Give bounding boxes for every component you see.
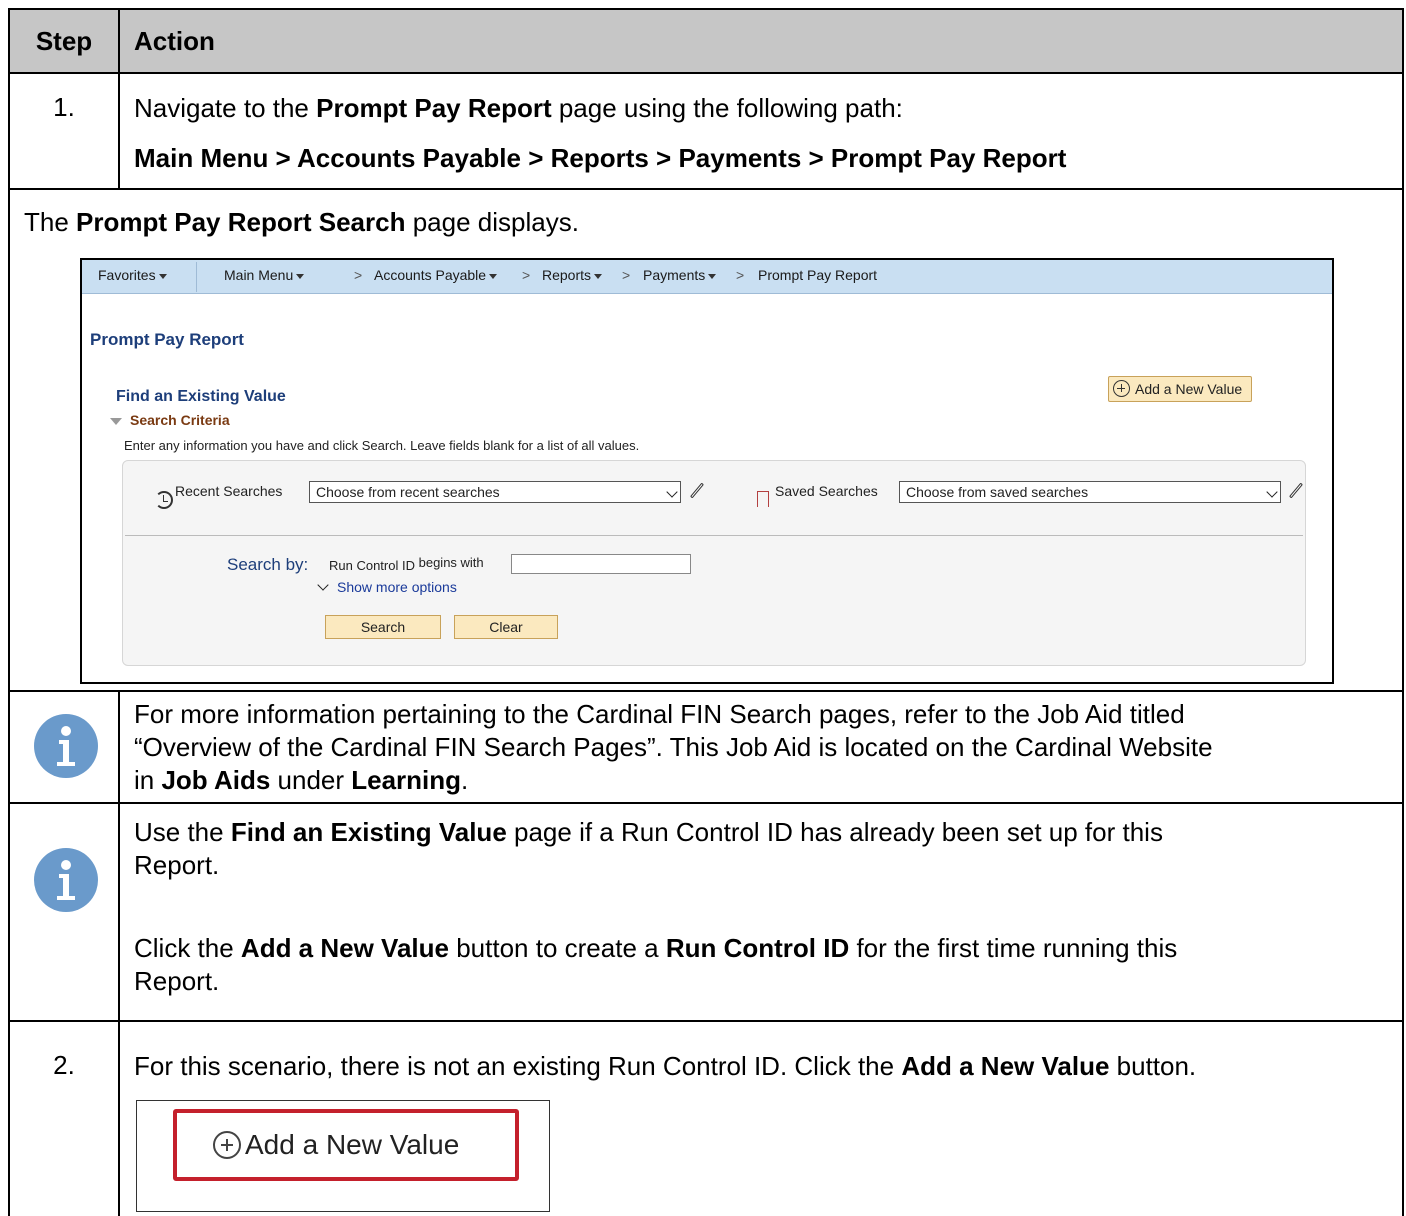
nav-bar: Favorites Main Menu > Accounts Payable >… bbox=[82, 260, 1332, 294]
breadcrumb-separator: > bbox=[354, 267, 363, 283]
header-action: Action bbox=[134, 26, 215, 56]
triangle-down-icon bbox=[110, 417, 122, 425]
pencil-icon[interactable] bbox=[690, 482, 704, 499]
chevron-down-icon bbox=[666, 486, 678, 498]
caret-down-icon bbox=[296, 273, 305, 279]
header-step: Step bbox=[35, 26, 93, 56]
clear-button[interactable]: Clear bbox=[454, 615, 558, 639]
favorites-menu[interactable]: Favorites bbox=[98, 260, 167, 292]
instruction-table: Step Action 1. Navigate to the Prompt Pa… bbox=[8, 8, 1404, 1216]
chevron-down-icon bbox=[317, 579, 329, 591]
chevron-down-icon bbox=[1266, 486, 1278, 498]
search-box: Recent Searches Choose from recent searc… bbox=[122, 460, 1306, 666]
caret-down-icon bbox=[708, 273, 717, 279]
bookmark-icon bbox=[757, 491, 769, 512]
main-menu[interactable]: Main Menu bbox=[224, 260, 305, 292]
search-criteria-toggle[interactable]: Search Criteria bbox=[110, 412, 230, 428]
pencil-icon[interactable] bbox=[1289, 482, 1303, 499]
caret-down-icon bbox=[594, 273, 603, 279]
step-2-row: 2. For this scenario, there is not an ex… bbox=[10, 1022, 1402, 1216]
search-instructions: Enter any information you have and click… bbox=[124, 438, 640, 453]
plus-circle-icon bbox=[1113, 380, 1130, 397]
breadcrumb-accounts-payable[interactable]: Accounts Payable bbox=[374, 260, 498, 292]
note-1-text: For more information pertaining to the C… bbox=[134, 699, 1213, 795]
breadcrumb-prompt-pay[interactable]: Prompt Pay Report bbox=[758, 260, 877, 292]
add-new-value-zoom: Add a New Value bbox=[136, 1100, 550, 1212]
breadcrumb-separator: > bbox=[622, 267, 631, 283]
info-note-2: Use the Find an Existing Value page if a… bbox=[10, 804, 1402, 1022]
note-2-para-2: Click the Add a New Value button to crea… bbox=[134, 933, 1178, 996]
breadcrumb-separator: > bbox=[736, 267, 745, 283]
find-existing-title: Find an Existing Value bbox=[116, 388, 286, 405]
saved-searches-label: Saved Searches bbox=[775, 483, 878, 499]
display-text: The Prompt Pay Report Search page displa… bbox=[24, 207, 579, 237]
note-2-para-1: Use the Find an Existing Value page if a… bbox=[134, 817, 1163, 880]
run-control-id-input[interactable] bbox=[511, 554, 691, 574]
run-control-id-label: Run Control ID begins with bbox=[329, 555, 484, 573]
search-by-label: Search by: bbox=[227, 555, 309, 574]
saved-searches-select[interactable]: Choose from saved searches bbox=[899, 481, 1281, 503]
caret-down-icon bbox=[489, 273, 498, 279]
step-1-text: Navigate to the Prompt Pay Report page u… bbox=[134, 93, 903, 123]
prompt-pay-search-screenshot: Favorites Main Menu > Accounts Payable >… bbox=[80, 258, 1334, 684]
show-more-options-link[interactable]: Show more options bbox=[317, 579, 457, 595]
add-new-value-button[interactable]: Add a New Value bbox=[173, 1109, 519, 1181]
page-title: Prompt Pay Report bbox=[90, 330, 244, 349]
caret-down-icon bbox=[158, 273, 167, 279]
step-1-row: 1. Navigate to the Prompt Pay Report pag… bbox=[10, 74, 1402, 190]
recent-searches-label: Recent Searches bbox=[175, 483, 283, 499]
step-number: 2. bbox=[53, 1050, 75, 1080]
navigation-path: Main Menu > Accounts Payable > Reports >… bbox=[134, 143, 1067, 173]
screenshot-row: The Prompt Pay Report Search page displa… bbox=[10, 190, 1402, 692]
info-icon bbox=[34, 848, 98, 912]
breadcrumb-reports[interactable]: Reports bbox=[542, 260, 603, 292]
step-number: 1. bbox=[53, 92, 75, 122]
plus-circle-icon bbox=[213, 1131, 241, 1159]
search-button[interactable]: Search bbox=[325, 615, 441, 639]
step-2-text: For this scenario, there is not an exist… bbox=[134, 1051, 1197, 1081]
add-new-value-link[interactable]: Add a New Value bbox=[1108, 376, 1252, 402]
info-icon bbox=[34, 714, 98, 778]
table-header: Step Action bbox=[10, 10, 1402, 74]
info-note-1: For more information pertaining to the C… bbox=[10, 692, 1402, 804]
breadcrumb-separator: > bbox=[522, 267, 531, 283]
history-icon bbox=[155, 491, 173, 509]
breadcrumb-payments[interactable]: Payments bbox=[643, 260, 717, 292]
recent-searches-select[interactable]: Choose from recent searches bbox=[309, 481, 681, 503]
